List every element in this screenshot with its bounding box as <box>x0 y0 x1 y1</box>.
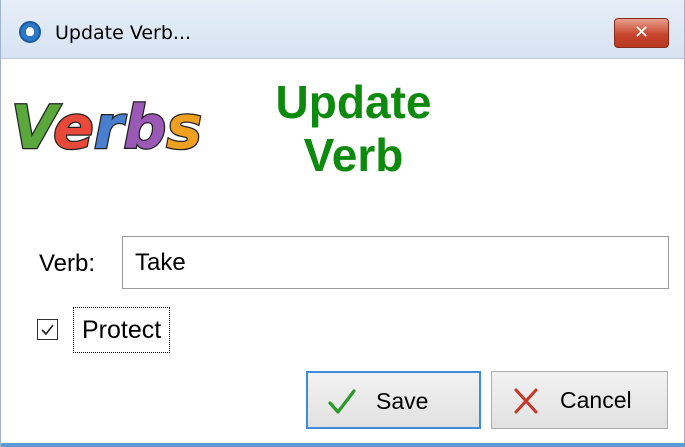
cancel-label: Cancel <box>560 387 632 413</box>
logo-letter: s <box>166 93 202 163</box>
red-x-icon <box>514 388 538 414</box>
update-verb-dialog: Update Verb... ✕ Verbs Update Verb Verb:… <box>0 0 685 447</box>
logo-letter: e <box>53 93 94 163</box>
logo-letter: b <box>123 93 166 163</box>
window-title: Update Verb... <box>55 22 192 44</box>
dialog-heading: Update Verb <box>241 76 466 182</box>
protect-checkbox[interactable] <box>37 319 58 340</box>
heading-line-1: Update <box>275 76 432 128</box>
svg-text:Verbs: Verbs <box>11 93 202 163</box>
protect-label[interactable]: Protect <box>73 307 171 353</box>
close-icon: ✕ <box>633 22 650 43</box>
title-bar: Update Verb... ✕ <box>1 0 684 59</box>
save-label: Save <box>376 388 429 414</box>
protect-checkbox-row[interactable]: Protect <box>37 307 197 353</box>
green-check-icon <box>328 389 356 414</box>
cancel-button[interactable]: Cancel <box>491 371 668 429</box>
heading-line-2: Verb <box>303 129 404 181</box>
logo-letter: r <box>94 93 127 163</box>
checkmark-icon <box>41 324 54 336</box>
save-button[interactable]: Save <box>306 371 481 429</box>
app-icon <box>19 21 41 43</box>
verb-input[interactable] <box>122 236 669 289</box>
verb-label: Verb: <box>39 250 96 277</box>
verbs-logo: Verbs <box>10 92 204 165</box>
close-button[interactable]: ✕ <box>614 18 669 48</box>
window-bottom-border <box>1 443 685 447</box>
